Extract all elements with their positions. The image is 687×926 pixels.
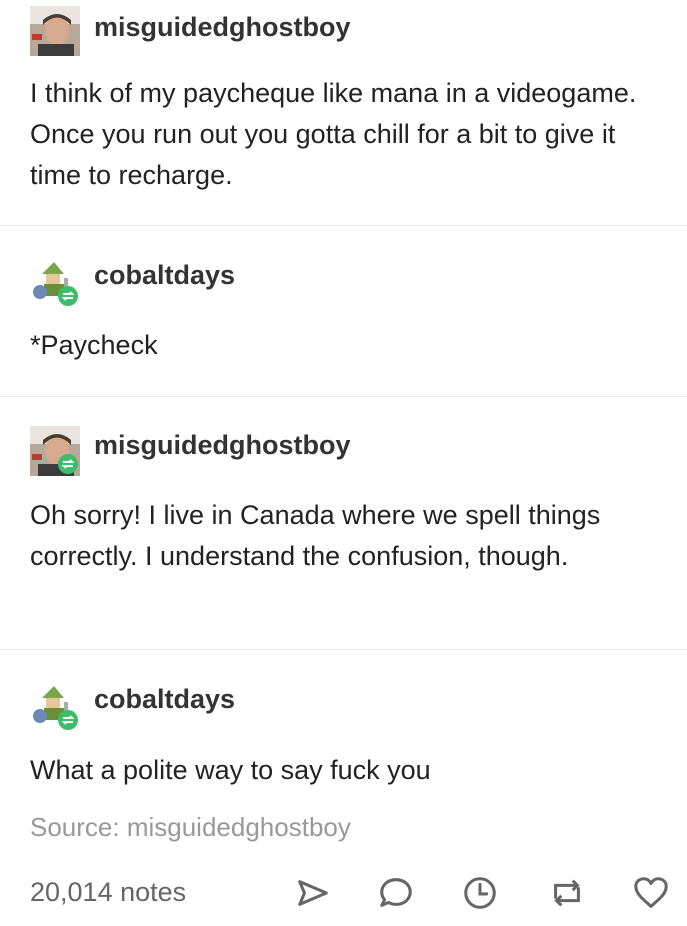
- reply-button[interactable]: [375, 872, 417, 914]
- source-link[interactable]: Source: misguidedghostboy: [30, 812, 351, 843]
- divider: [0, 225, 687, 226]
- avatar-cobaltdays[interactable]: [30, 258, 80, 308]
- username[interactable]: misguidedghostboy: [94, 430, 351, 461]
- username[interactable]: misguidedghostboy: [94, 12, 351, 43]
- pixel-character-avatar-icon: [30, 682, 80, 732]
- reply-text: I think of my paycheque like mana in a v…: [30, 78, 637, 190]
- tumblr-post: misguidedghostboy I think of my paychequ…: [0, 0, 687, 926]
- reply-text: *Paycheck: [30, 330, 158, 360]
- reply-text: Oh sorry! I live in Canada where we spel…: [30, 500, 601, 571]
- avatar-cobaltdays[interactable]: [30, 682, 80, 732]
- notes-count[interactable]: 20,014 notes: [30, 877, 186, 908]
- pixel-character-avatar-icon: [30, 258, 80, 308]
- reblog-icon: [554, 879, 580, 907]
- reply-text: What a polite way to say fuck you: [30, 755, 431, 785]
- reply-icon: [380, 878, 412, 907]
- share-icon: [298, 880, 328, 906]
- share-button[interactable]: [292, 872, 334, 914]
- reblog-button[interactable]: [546, 872, 588, 914]
- person-avatar-icon: [30, 6, 80, 56]
- avatar-misguidedghostboy[interactable]: [30, 426, 80, 476]
- avatar-misguidedghostboy[interactable]: [30, 6, 80, 56]
- schedule-icon: [464, 877, 496, 909]
- username[interactable]: cobaltdays: [94, 260, 235, 291]
- heart-icon: [634, 877, 668, 908]
- schedule-button[interactable]: [459, 872, 501, 914]
- divider: [0, 396, 687, 397]
- person-avatar-icon: [30, 426, 80, 476]
- like-button[interactable]: [630, 872, 672, 914]
- divider: [0, 649, 687, 650]
- username[interactable]: cobaltdays: [94, 684, 235, 715]
